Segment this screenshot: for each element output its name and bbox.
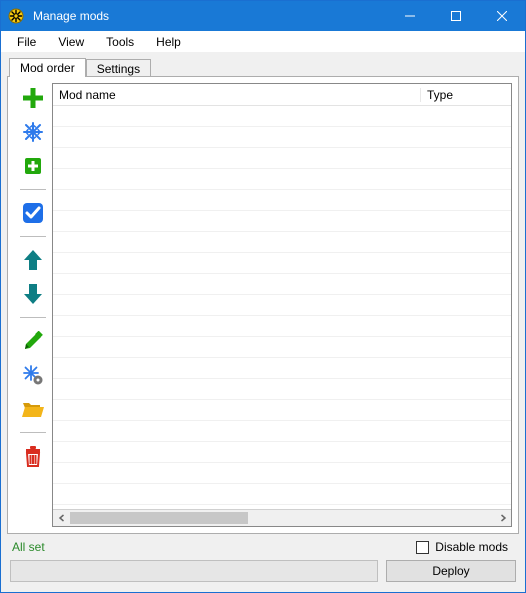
add-small-button[interactable] [20,153,46,179]
plus-square-icon [24,157,42,175]
table-row [53,169,511,190]
chevron-right-icon [499,514,507,522]
progress-bar [10,560,378,582]
menu-tools[interactable]: Tools [96,33,144,51]
client-area: Mod order Settings [1,53,525,592]
disable-mods-label: Disable mods [435,540,508,554]
table-row [53,295,511,316]
arrow-up-icon [23,249,43,271]
freeze-button[interactable] [20,119,46,145]
arrow-down-icon [23,283,43,305]
plus-icon [22,87,44,109]
tab-mod-order[interactable]: Mod order [9,58,86,77]
tab-page-mod-order: Mod name Type [7,76,519,534]
window: Manage mods File View Tools Help Mod ord… [0,0,526,593]
table-row [53,190,511,211]
table-row [53,484,511,505]
separator [20,432,46,433]
table-row [53,316,511,337]
titlebar: Manage mods [1,1,525,31]
table-row [53,148,511,169]
table-row [53,232,511,253]
mod-table[interactable]: Mod name Type [52,83,512,527]
scroll-left-button[interactable] [53,510,70,527]
deploy-button[interactable]: Deploy [386,560,516,582]
check-square-icon [22,202,44,224]
table-row [53,253,511,274]
edit-button[interactable] [20,328,46,354]
toggle-button[interactable] [20,200,46,226]
scroll-thumb[interactable] [70,512,248,524]
table-row [53,211,511,232]
window-title: Manage mods [31,9,109,23]
table-row [53,274,511,295]
separator [20,189,46,190]
menu-help[interactable]: Help [146,33,191,51]
maximize-button[interactable] [433,1,479,31]
menu-file[interactable]: File [7,33,46,51]
delete-button[interactable] [20,443,46,469]
tab-strip: Mod order Settings [7,57,519,77]
table-row [53,442,511,463]
separator [20,317,46,318]
table-row [53,337,511,358]
table-row [53,379,511,400]
scroll-right-button[interactable] [494,510,511,527]
separator [20,236,46,237]
checkbox-box [416,541,429,554]
col-type[interactable]: Type [421,88,511,102]
disable-mods-checkbox[interactable]: Disable mods [416,540,516,554]
add-button[interactable] [20,85,46,111]
table-header: Mod name Type [53,84,511,106]
table-row [53,463,511,484]
open-folder-button[interactable] [20,396,46,422]
move-up-button[interactable] [20,247,46,273]
mod-table-wrap: Mod name Type [52,83,512,527]
app-icon [1,8,31,24]
table-body[interactable] [53,106,511,509]
footer: All set Disable mods Deploy [7,534,519,586]
folder-open-icon [22,400,44,418]
chevron-left-icon [58,514,66,522]
menu-view[interactable]: View [48,33,94,51]
table-row [53,106,511,127]
table-row [53,358,511,379]
table-row [53,421,511,442]
move-down-button[interactable] [20,281,46,307]
col-mod-name[interactable]: Mod name [53,88,421,102]
pencil-icon [23,331,43,351]
status-label: All set [10,540,45,554]
minimize-button[interactable] [387,1,433,31]
close-button[interactable] [479,1,525,31]
table-row [53,127,511,148]
side-toolbar [14,83,52,527]
table-row [53,400,511,421]
trash-icon [24,445,42,467]
menubar: File View Tools Help [1,31,525,53]
snowflake-gear-icon [23,365,43,385]
snowflake-icon [23,122,43,142]
freeze-settings-button[interactable] [20,362,46,388]
scroll-track[interactable] [70,510,494,527]
h-scrollbar[interactable] [53,509,511,526]
